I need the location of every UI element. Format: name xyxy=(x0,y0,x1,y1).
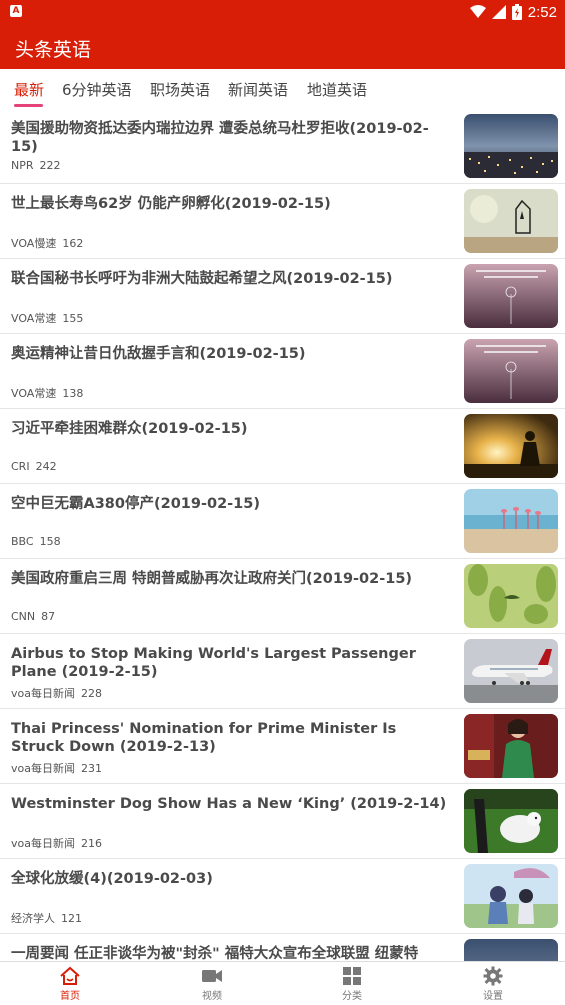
article-thumbnail xyxy=(464,639,558,703)
article-view-count: 155 xyxy=(62,312,84,325)
tab-latest[interactable]: 最新 xyxy=(14,79,44,100)
list-item[interactable]: 一周要闻 任正非谈华为被"封杀" 福特大众宣布全球联盟 纽蒙特 xyxy=(0,934,565,961)
list-item[interactable]: Airbus to Stop Making World's Largest Pa… xyxy=(0,634,565,709)
article-view-count: 158 xyxy=(39,535,61,548)
article-title: 美国援助物资抵达委内瑞拉边界 遭委总统马杜罗拒收(2019-02-15) xyxy=(11,121,429,155)
article-view-count: 228 xyxy=(80,687,102,700)
article-title: Thai Princess' Nomination for Prime Mini… xyxy=(11,721,397,755)
article-title: 习近平牵挂困难群众(2019-02-15) xyxy=(11,421,248,437)
article-view-count: 231 xyxy=(80,762,102,775)
article-title: 联合国秘书长呼吁为非洲大陆鼓起希望之风(2019-02-15) xyxy=(11,271,393,287)
article-meta: CNN 87 xyxy=(11,610,55,623)
article-meta: voa每日新闻 231 xyxy=(11,760,102,776)
article-view-count: 87 xyxy=(41,610,56,623)
article-source: CRI xyxy=(11,460,30,473)
article-source: 经济学人 xyxy=(11,912,55,925)
article-thumbnail xyxy=(464,864,558,928)
article-view-count: 216 xyxy=(80,837,102,850)
list-item[interactable]: 世上最长寿鸟62岁 仍能产卵孵化(2019-02-15) VOA慢速 162 xyxy=(0,184,565,259)
battery-icon xyxy=(511,4,522,20)
article-view-count: 222 xyxy=(39,159,61,172)
article-title: 美国政府重启三周 特朗普威胁再次让政府关门(2019-02-15) xyxy=(11,571,413,587)
article-thumbnail xyxy=(464,339,558,403)
article-source: voa每日新闻 xyxy=(11,687,75,700)
nav-settings-label: 设置 xyxy=(483,991,503,1002)
article-view-count: 242 xyxy=(35,460,57,473)
article-source: VOA慢速 xyxy=(11,237,57,250)
article-meta: VOA常速 155 xyxy=(11,310,83,326)
list-item[interactable]: 奥运精神让昔日仇敌握手言和(2019-02-15) VOA常速 138 xyxy=(0,334,565,409)
wifi-icon xyxy=(469,5,486,18)
article-view-count: 121 xyxy=(61,912,82,925)
tab-workplace-english[interactable]: 职场英语 xyxy=(150,79,210,100)
article-meta: NPR 222 xyxy=(11,159,61,172)
app-notification-icon: A xyxy=(10,5,22,17)
article-title: Westminster Dog Show Has a New ‘King’ (2… xyxy=(11,796,447,812)
bottom-navigation: 首页 视频 分类 设置 xyxy=(0,961,565,1005)
status-bar: A 2:52 xyxy=(0,0,565,24)
nav-video-label: 视频 xyxy=(202,991,222,1002)
article-thumbnail xyxy=(464,939,558,961)
article-meta: voa每日新闻 228 xyxy=(11,685,102,701)
list-item[interactable]: 空中巨无霸A380停产(2019-02-15) BBC 158 xyxy=(0,484,565,559)
nav-settings[interactable]: 设置 xyxy=(463,966,523,1002)
article-thumbnail xyxy=(464,264,558,328)
article-thumbnail xyxy=(464,714,558,778)
article-thumbnail xyxy=(464,564,558,628)
list-item[interactable]: 联合国秘书长呼吁为非洲大陆鼓起希望之风(2019-02-15) VOA常速 155 xyxy=(0,259,565,334)
article-title: 奥运精神让昔日仇敌握手言和(2019-02-15) xyxy=(11,346,306,362)
tab-news-english[interactable]: 新闻英语 xyxy=(228,79,288,100)
app-bar: 头条英语 xyxy=(0,24,565,69)
article-meta: VOA常速 138 xyxy=(11,385,83,401)
list-item[interactable]: 全球化放缓(4)(2019-02-03) 经济学人 121 xyxy=(0,859,565,934)
nav-category[interactable]: 分类 xyxy=(322,966,382,1002)
list-item[interactable]: 美国政府重启三周 特朗普威胁再次让政府关门(2019-02-15) CNN 87 xyxy=(0,559,565,634)
article-view-count: 138 xyxy=(62,387,84,400)
article-title: 一周要闻 任正非谈华为被"封杀" 福特大众宣布全球联盟 纽蒙特 xyxy=(11,946,419,961)
article-source: NPR xyxy=(11,159,34,172)
article-thumbnail xyxy=(464,189,558,253)
list-item[interactable]: Westminster Dog Show Has a New ‘King’ (2… xyxy=(0,784,565,859)
article-meta: VOA慢速 162 xyxy=(11,235,83,251)
article-thumbnail xyxy=(464,789,558,853)
home-icon xyxy=(60,966,80,985)
article-meta: CRI 242 xyxy=(11,460,57,473)
article-source: VOA常速 xyxy=(11,312,57,325)
article-source: CNN xyxy=(11,610,36,623)
clock: 2:52 xyxy=(527,3,557,21)
status-icons: 2:52 xyxy=(469,3,557,21)
article-title: 空中巨无霸A380停产(2019-02-15) xyxy=(11,496,260,512)
video-icon xyxy=(202,970,222,982)
article-title: 世上最长寿鸟62岁 仍能产卵孵化(2019-02-15) xyxy=(11,196,331,212)
article-list: 美国援助物资抵达委内瑞拉边界 遭委总统马杜罗拒收(2019-02-15) NPR… xyxy=(0,109,565,961)
tab-authentic-english[interactable]: 地道英语 xyxy=(307,79,367,100)
app-title: 头条英语 xyxy=(15,39,92,61)
article-thumbnail xyxy=(464,489,558,553)
list-item[interactable]: 美国援助物资抵达委内瑞拉边界 遭委总统马杜罗拒收(2019-02-15) NPR… xyxy=(0,109,565,184)
category-tabs: 最新 6分钟英语 职场英语 新闻英语 地道英语 xyxy=(0,69,565,109)
list-item[interactable]: 习近平牵挂困难群众(2019-02-15) CRI 242 xyxy=(0,409,565,484)
nav-video[interactable]: 视频 xyxy=(182,966,242,1002)
article-title: 全球化放缓(4)(2019-02-03) xyxy=(11,871,213,887)
nav-category-label: 分类 xyxy=(342,991,362,1002)
article-thumbnail xyxy=(464,414,558,478)
article-source: VOA常速 xyxy=(11,387,57,400)
article-source: BBC xyxy=(11,535,34,548)
article-meta: voa每日新闻 216 xyxy=(11,835,102,851)
article-meta: BBC 158 xyxy=(11,535,61,548)
article-thumbnail xyxy=(464,114,558,178)
active-tab-indicator xyxy=(14,104,43,107)
article-title: Airbus to Stop Making World's Largest Pa… xyxy=(11,646,416,680)
grid-icon xyxy=(343,967,361,985)
tab-6-minute-english[interactable]: 6分钟英语 xyxy=(62,79,132,100)
nav-home[interactable]: 首页 xyxy=(40,966,100,1002)
gear-icon xyxy=(483,966,503,986)
nav-home-label: 首页 xyxy=(60,991,80,1002)
article-meta: 经济学人 121 xyxy=(11,910,82,926)
article-view-count: 162 xyxy=(62,237,84,250)
list-item[interactable]: Thai Princess' Nomination for Prime Mini… xyxy=(0,709,565,784)
article-source: voa每日新闻 xyxy=(11,837,75,850)
article-source: voa每日新闻 xyxy=(11,762,75,775)
signal-icon xyxy=(491,5,506,19)
